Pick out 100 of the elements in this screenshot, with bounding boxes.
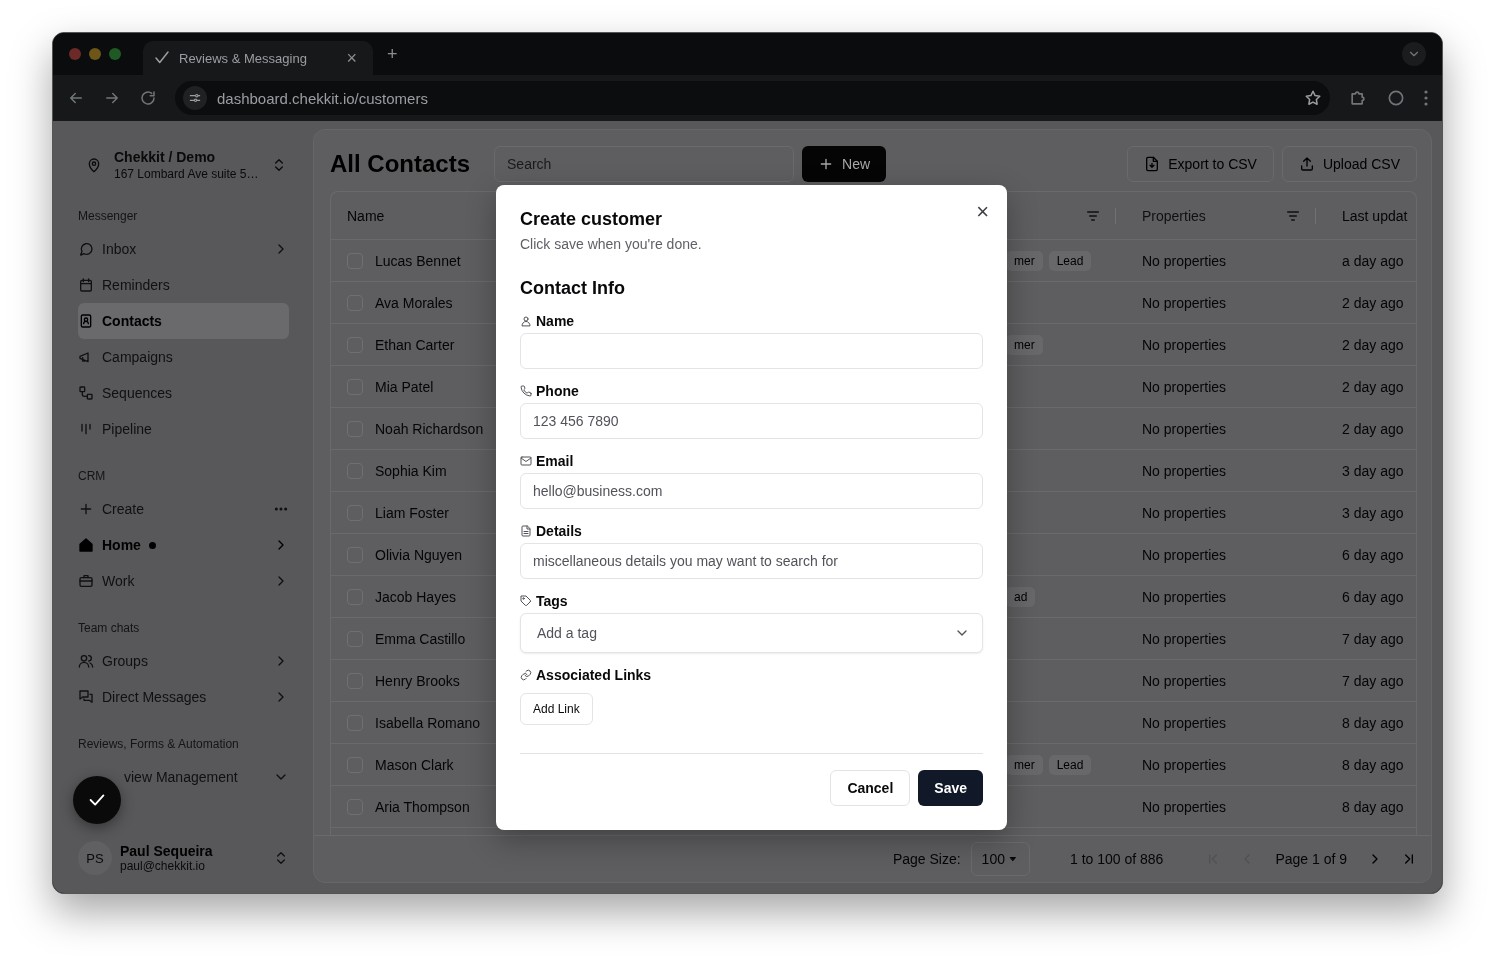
house-icon	[78, 537, 94, 553]
dialog-subtitle: Click save when you're done.	[520, 236, 703, 252]
search-field[interactable]: Search	[494, 146, 794, 182]
section-title: Contact Info	[520, 278, 626, 299]
workspace-name: Chekkit / Demo	[114, 149, 217, 165]
export-csv-button[interactable]: Export to CSV	[1127, 146, 1274, 182]
sidebar-item[interactable]: Groups	[78, 643, 289, 679]
table-cell-text: 3 day ago	[1341, 462, 1405, 479]
table-cell-text: 2 day ago	[1341, 294, 1405, 311]
table-cell-text: No properties	[1141, 630, 1228, 647]
menu-icon[interactable]	[1424, 90, 1428, 106]
users-icon	[78, 653, 94, 669]
workflow-icon	[78, 385, 94, 401]
dialog-title: Create customer	[520, 209, 664, 230]
save-button[interactable]: Save	[918, 770, 983, 806]
cancel-button[interactable]: Cancel	[830, 770, 911, 806]
tab-list-button[interactable]	[1402, 42, 1426, 66]
table-cell-text: No properties	[1141, 672, 1228, 689]
chat-bubble-icon	[78, 241, 94, 257]
workspace-switcher[interactable]: Chekkit / Demo 167 Lombard Ave suite 5…	[78, 149, 289, 181]
section-heading: Reviews, Forms & Automation	[78, 737, 240, 753]
location-pin-icon	[86, 157, 102, 173]
close-tab-button[interactable]: ×	[340, 47, 363, 69]
table-cell-text: 3 day ago	[1341, 504, 1405, 521]
sidebar-item[interactable]: Direct Messages	[78, 679, 289, 715]
contact-name: Mia Patel	[375, 378, 434, 395]
table-cell-text: 2 day ago	[1341, 420, 1405, 437]
contact-name: Sophia Kim	[375, 462, 447, 479]
plus-icon	[818, 156, 834, 172]
sidebar-item[interactable]: view Management	[124, 759, 289, 795]
user-email: paul@chekkit.io	[120, 859, 206, 873]
tag-chip: Lead	[1048, 754, 1092, 775]
table-cell-text: No properties	[1141, 336, 1228, 353]
maximize-window-icon[interactable]	[109, 48, 121, 60]
text-field[interactable]: hello@business.com	[520, 473, 983, 509]
table-cell-text: 7 day ago	[1341, 672, 1405, 689]
sidebar-item[interactable]: Campaigns	[78, 339, 289, 375]
puzzle-piece-icon	[1348, 88, 1368, 108]
contact-name: Henry Brooks	[375, 672, 460, 689]
table-cell-text: No properties	[1141, 756, 1228, 773]
contact-name: Isabella Romano	[375, 714, 481, 731]
text-field[interactable]: miscellaneous details you may want to search for	[520, 543, 983, 579]
section-heading: Messenger	[78, 209, 139, 225]
table-cell-text: No properties	[1141, 378, 1228, 395]
tag-icon	[520, 595, 532, 607]
column-header[interactable]: Properties	[1142, 207, 1206, 224]
table-cell-text: No properties	[1141, 294, 1228, 311]
field-label: Tags	[536, 593, 568, 609]
field-label: Name	[536, 313, 575, 329]
user-menu[interactable]: PS Paul Sequeira paul@chekkit.io	[78, 841, 289, 875]
close-button[interactable]: ×	[974, 199, 991, 225]
field-label: Associated Links	[536, 667, 652, 683]
contact-name: Aria Thompson	[375, 798, 470, 815]
table-cell-text: No properties	[1141, 252, 1228, 269]
briefcase-icon	[78, 573, 94, 589]
sidebar-item[interactable]: Inbox	[78, 231, 289, 267]
tag-chip: Lead	[1048, 250, 1092, 271]
workspace-address: 167 Lombard Ave suite 5…	[114, 167, 259, 181]
sidebar-item[interactable]: Home	[78, 527, 289, 563]
page-size-select[interactable]: 100	[970, 842, 1030, 876]
column-header[interactable]: Last updat	[1326, 207, 1416, 224]
site-settings-icon	[188, 91, 202, 105]
upload-csv-button[interactable]: Upload CSV	[1281, 146, 1417, 182]
section-heading: Team chats	[78, 621, 141, 637]
link-icon	[520, 669, 532, 681]
table-cell-text: 6 day ago	[1341, 588, 1405, 605]
contact-name: Mason Clark	[375, 756, 454, 773]
contact-name: Olivia Nguyen	[375, 546, 463, 563]
user-name: Paul Sequeira	[120, 843, 214, 859]
add-link-button[interactable]: Add Link	[520, 693, 593, 725]
table-cell-text: 2 day ago	[1341, 336, 1405, 353]
table-cell-text: No properties	[1141, 588, 1228, 605]
sidebar-item[interactable]: Create	[78, 491, 289, 527]
sidebar-item[interactable]: Sequences	[78, 375, 289, 411]
floating-action-button[interactable]	[73, 776, 121, 824]
browser-tab[interactable]: Reviews & Messaging ×	[143, 41, 373, 75]
table-cell-text: No properties	[1141, 714, 1228, 731]
contact-name: Ethan Carter	[375, 336, 455, 353]
tag-chip: mer	[1006, 334, 1043, 355]
field-label: Details	[536, 523, 582, 539]
text-field[interactable]	[520, 333, 983, 369]
new-button[interactable]: New	[802, 146, 887, 182]
address-bar[interactable]: dashboard.chekkit.io/customers	[175, 81, 1330, 115]
sidebar-item[interactable]: Contacts	[78, 303, 289, 339]
new-tab-button[interactable]: +	[381, 43, 404, 65]
close-window-icon[interactable]	[69, 48, 81, 60]
sidebar-item[interactable]: Reminders	[78, 267, 289, 303]
sidebar-item[interactable]: Work	[78, 563, 289, 599]
table-cell-text: No properties	[1141, 798, 1228, 815]
minimize-window-icon[interactable]	[89, 48, 101, 60]
table-cell-text: No properties	[1141, 420, 1228, 437]
text-field[interactable]: 123 456 7890	[520, 403, 983, 439]
envelope-icon	[520, 455, 532, 467]
row-range: 1 to 100 of 886	[1069, 851, 1164, 867]
user-avatar: PS	[78, 841, 112, 875]
table-cell-text: No properties	[1141, 546, 1228, 563]
table-cell-text: 7 day ago	[1341, 630, 1405, 647]
sidebar-item[interactable]: Pipeline	[78, 411, 289, 447]
person-icon	[520, 315, 532, 327]
tag-select[interactable]: Add a tag	[520, 613, 983, 653]
